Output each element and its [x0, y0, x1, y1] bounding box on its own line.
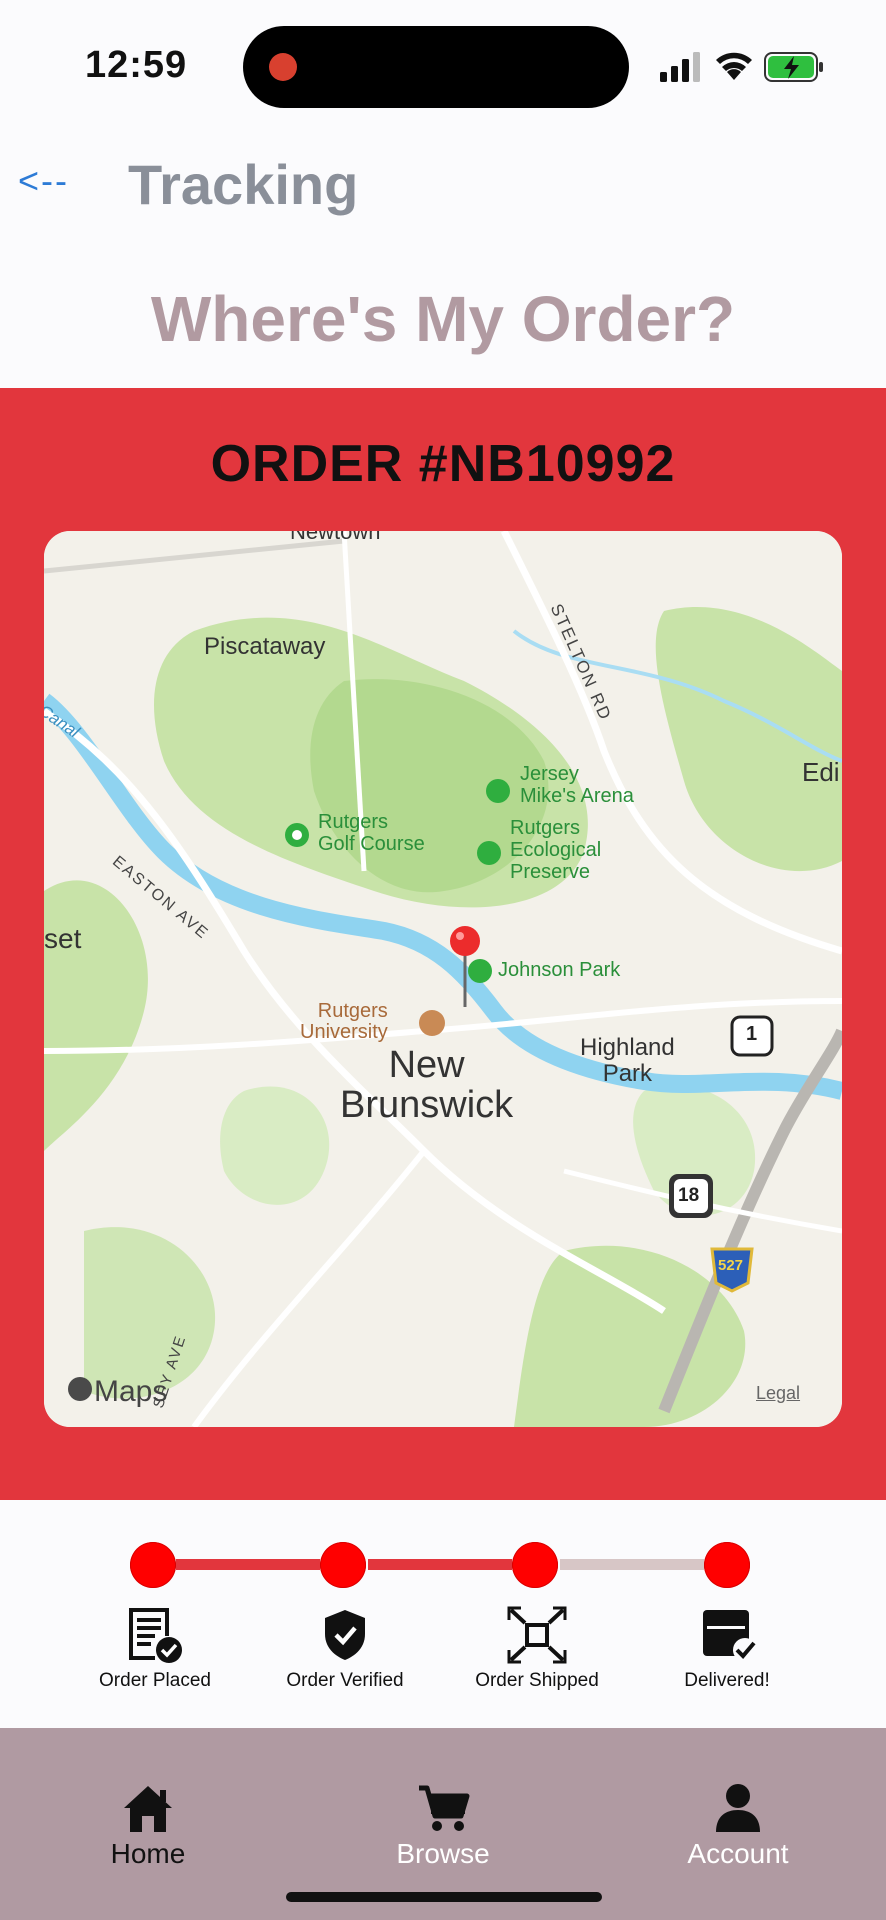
route-18-label: 18	[678, 1185, 700, 1206]
page-title: Tracking	[128, 153, 359, 216]
order-panel: ORDER #NB10992 Newtown Piscataway STELTO…	[0, 388, 886, 1500]
step-dot-order-verified	[320, 1542, 366, 1588]
map-label-somerset: set	[44, 923, 82, 954]
nav-home-label: Home	[110, 1838, 186, 1869]
package-shipped-icon	[507, 1606, 567, 1664]
map-label-piscataway: Piscataway	[204, 633, 326, 660]
cellular-signal-icon	[660, 52, 700, 82]
step-label-delivered: Delivered!	[684, 1670, 770, 1691]
battery-charging-icon	[764, 52, 823, 82]
map-label-new-brunswick: New Brunswick	[340, 1044, 514, 1126]
step-label-order-verified: Order Verified	[286, 1670, 404, 1691]
order-heading: Where's My Order?	[150, 283, 736, 355]
nav-account-label: Account	[687, 1838, 789, 1869]
map-label-jersey-mikes: Jersey Mike's Arena	[520, 763, 634, 807]
maps-brand-logo: Maps	[94, 1375, 168, 1408]
person-icon	[716, 1784, 760, 1832]
order-map[interactable]: Newtown Piscataway STELTON RD Canal Edi …	[44, 531, 842, 1427]
progress-connector-3	[560, 1559, 704, 1570]
step-dot-order-shipped	[512, 1542, 558, 1588]
order-progress-tracker: Order Placed Order Verified Order Shippe…	[0, 1500, 886, 1728]
step-dot-delivered	[704, 1542, 750, 1588]
route-1-label: 1	[746, 1023, 758, 1045]
step-label-order-placed: Order Placed	[99, 1670, 211, 1691]
route-527-label: 527	[718, 1257, 744, 1274]
nav-account[interactable]: Account	[638, 1782, 838, 1870]
cart-icon	[419, 1785, 470, 1831]
box-check-icon	[703, 1610, 757, 1662]
map-label-rutgers-university: Rutgers University	[300, 1000, 388, 1043]
bottom-nav: Home Browse Account	[0, 1728, 886, 1920]
map-label-newtown: Newtown	[290, 531, 381, 544]
wifi-icon	[716, 52, 752, 80]
recording-indicator-icon	[269, 53, 297, 81]
status-bar: 12:59	[0, 0, 886, 130]
map-label-eco-preserve: Rutgers Ecological Preserve	[510, 817, 602, 883]
progress-connector-1	[176, 1559, 320, 1570]
nav-browse-label: Browse	[396, 1838, 490, 1869]
map-label-highland-park: Highland Park	[580, 1034, 675, 1087]
status-time: 12:59	[85, 44, 188, 86]
dynamic-island	[243, 26, 629, 108]
map-background	[44, 531, 842, 1427]
map-label-edison: Edi	[802, 757, 840, 787]
step-dot-order-placed	[130, 1542, 176, 1588]
nav-home[interactable]: Home	[48, 1782, 248, 1870]
map-label-rutgers-golf: Rutgers Golf Course	[318, 811, 425, 855]
home-icon	[124, 1786, 172, 1832]
progress-connector-2	[368, 1559, 512, 1570]
nav-browse[interactable]: Browse	[343, 1782, 543, 1870]
step-label-order-shipped: Order Shipped	[475, 1670, 599, 1691]
receipt-check-icon	[129, 1608, 182, 1663]
shield-check-icon	[325, 1610, 365, 1660]
map-label-johnson-park: Johnson Park	[498, 959, 621, 981]
back-button[interactable]: <--	[18, 160, 69, 202]
map-legal-link[interactable]: Legal	[756, 1383, 800, 1404]
home-indicator[interactable]	[286, 1892, 602, 1902]
order-number: ORDER #NB10992	[210, 435, 676, 493]
